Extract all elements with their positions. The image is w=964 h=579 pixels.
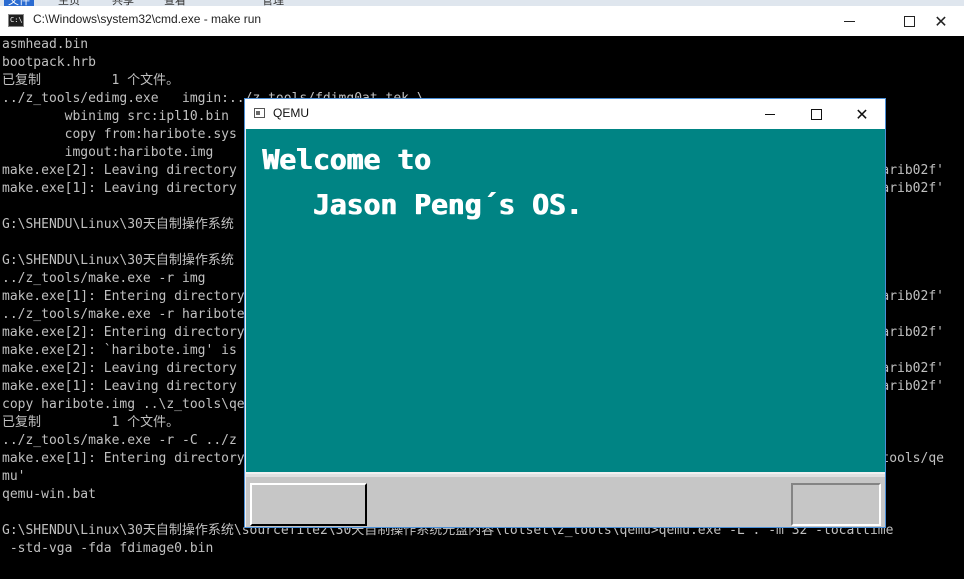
- console-line: copy haribote.img ..\z_tools\qe: [2, 397, 245, 412]
- os-welcome-line-2: Jason Peng´s OS.: [262, 188, 583, 221]
- console-line: wbinimg src:ipl10.bin: [2, 109, 229, 124]
- console-line: qemu-win.bat: [2, 487, 96, 502]
- console-line: 已复制 1 个文件。: [2, 415, 180, 430]
- qemu-maximize-button[interactable]: [793, 99, 839, 129]
- os-taskbar: [246, 474, 885, 527]
- console-line: mu': [2, 469, 26, 484]
- console-line: ../z_tools/make.exe -r -C ../z: [2, 433, 237, 448]
- console-line: 已复制 1 个文件。: [2, 73, 180, 88]
- console-line: ../z_tools/make.exe -r haribote: [2, 307, 245, 322]
- console-line: make.exe[1]: Entering directory: [2, 451, 245, 466]
- qemu-app-icon[interactable]: [254, 108, 265, 118]
- qemu-close-button[interactable]: ✕: [839, 99, 885, 129]
- qemu-vm-screen[interactable]: Welcome to Jason Peng´s OS.: [246, 129, 885, 472]
- console-line: imgout:haribote.img: [2, 145, 214, 160]
- console-line: make.exe[1]: Entering directory: [2, 289, 245, 304]
- os-welcome-line-1: Welcome to: [262, 143, 431, 176]
- cmd-title-bar[interactable]: C:\ C:\Windows\system32\cmd.exe - make r…: [0, 6, 964, 36]
- console-line: ../z_tools/make.exe -r img: [2, 271, 206, 286]
- qemu-window-title: QEMU: [273, 106, 309, 120]
- console-line: make.exe[2]: Leaving directory: [2, 361, 237, 376]
- console-line: G:\SHENDU\Linux\30天自制操作系统: [2, 253, 234, 268]
- qemu-window[interactable]: QEMU ✕ Welcome to Jason Peng´s OS.: [244, 98, 886, 528]
- console-line: make.exe[1]: Leaving directory: [2, 181, 237, 196]
- console-line: asmhead.bin: [2, 37, 89, 52]
- console-line: make.exe[2]: Leaving directory: [2, 163, 237, 178]
- cmd-app-icon[interactable]: C:\: [8, 14, 24, 27]
- console-line: make.exe[2]: `haribote.img' is: [2, 343, 237, 358]
- cmd-window-title: C:\Windows\system32\cmd.exe - make run: [33, 12, 262, 26]
- os-start-button[interactable]: [250, 483, 367, 526]
- console-line: copy from:haribote.sys: [2, 127, 237, 142]
- console-line: -std-vga -fda fdimage0.bin: [2, 541, 214, 556]
- cmd-minimize-button[interactable]: [826, 6, 872, 36]
- cmd-close-button[interactable]: ✕: [918, 6, 964, 36]
- os-clock-area: [791, 483, 881, 526]
- console-line: make.exe[1]: Leaving directory: [2, 379, 237, 394]
- console-line: bootpack.hrb: [2, 55, 96, 70]
- qemu-title-bar[interactable]: QEMU ✕: [245, 99, 885, 129]
- qemu-minimize-button[interactable]: [747, 99, 793, 129]
- console-line: make.exe[2]: Entering directory: [2, 325, 245, 340]
- console-line: G:\SHENDU\Linux\30天自制操作系统: [2, 217, 234, 232]
